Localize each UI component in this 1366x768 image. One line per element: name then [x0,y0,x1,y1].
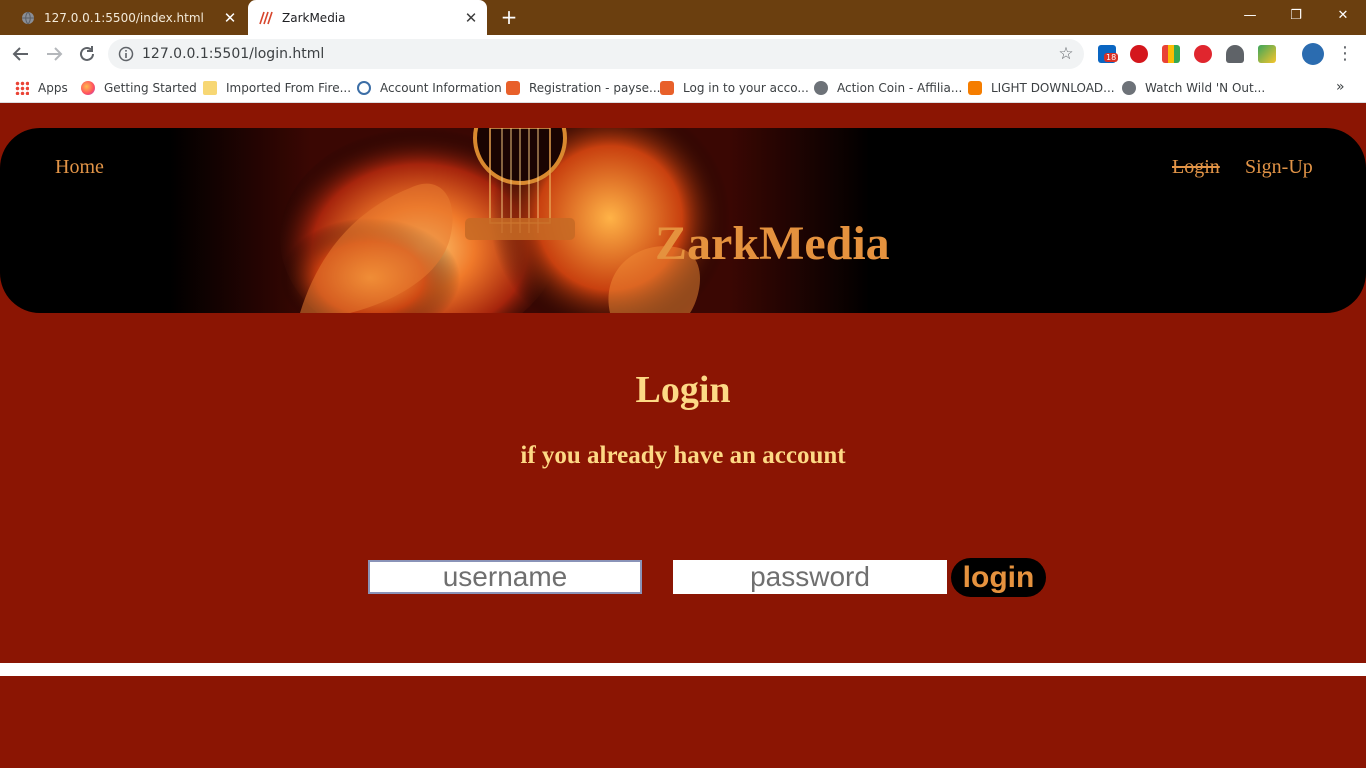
blogger-icon [968,81,982,95]
forward-arrow-icon[interactable] [43,43,65,65]
bookmark-wild-n-out[interactable]: Watch Wild 'N Out... [1122,79,1265,97]
payseal-icon [660,81,674,95]
payseal-icon [506,81,520,95]
close-icon[interactable]: ✕ [222,10,238,26]
bookmark-label: Log in to your acco... [683,81,809,95]
page-subtitle: if you already have an account [520,442,846,469]
globe-icon [20,10,36,26]
bookmark-label: Watch Wild 'N Out... [1145,81,1266,95]
more-bookmarks-icon[interactable]: » [1336,79,1345,95]
restore-icon[interactable]: ❐ [1286,6,1306,26]
bookmark-log-in[interactable]: Log in to your acco... [660,79,809,97]
page-title: Login [635,369,731,411]
bookmark-star-icon[interactable]: ☆ [1056,44,1076,64]
reload-icon[interactable] [76,43,98,65]
address-bar[interactable]: 127.0.0.1:5501/login.html ☆ [108,39,1084,69]
bookmark-imported[interactable]: Imported From Fire... [203,79,351,97]
zark-favicon-icon [258,10,274,26]
new-tab-button[interactable]: + [498,6,520,28]
extension-badge: 18 [1104,53,1119,62]
nav-home-link[interactable]: Home [55,156,104,179]
bookmark-label: Apps [38,81,68,95]
profile-avatar[interactable] [1302,43,1324,65]
linkedin-extension-icon[interactable]: 18 [1098,45,1119,63]
username-input[interactable] [368,560,642,594]
header-banner: Home Login Sign-Up ZarkMedia [0,128,1366,313]
bookmark-label: Registration - payse... [529,81,661,95]
password-input[interactable] [673,560,947,594]
bookmark-light-download[interactable]: LIGHT DOWNLOAD... [968,79,1115,97]
account-icon [357,81,371,95]
back-arrow-icon[interactable] [10,43,32,65]
footer-divider [0,663,1366,676]
bookmark-getting-started[interactable]: Getting Started [81,79,197,97]
nav-login-link[interactable]: Login [1172,156,1220,179]
bookmark-label: Action Coin - Affilia... [837,81,963,95]
tab-strip: 127.0.0.1:5500/index.html ✕ ZarkMedia ✕ … [0,0,1366,35]
color-extension-icon[interactable] [1162,45,1180,63]
minimize-icon[interactable]: — [1240,6,1260,26]
login-button[interactable]: login [951,558,1046,597]
cloud-download-icon[interactable] [1226,45,1244,63]
bookmark-label: Account Information [380,81,502,95]
sync-extension-icon[interactable] [1194,45,1212,63]
tab-zarkmedia[interactable]: ZarkMedia ✕ [248,0,487,35]
bookmark-registration[interactable]: Registration - payse... [506,79,660,97]
globe-icon [814,81,828,95]
nav-signup-link[interactable]: Sign-Up [1245,156,1313,179]
firefox-icon [81,81,95,95]
bookmarks-bar: Apps Getting Started Imported From Fire.… [0,73,1366,103]
bookmark-account-information[interactable]: Account Information [357,79,502,97]
mega-extension-icon[interactable] [1130,45,1148,63]
site-brand-title: ZarkMedia [655,217,890,270]
bookmark-label: Imported From Fire... [226,81,352,95]
page-body: Home Login Sign-Up ZarkMedia Login if yo… [0,104,1366,768]
url-text: 127.0.0.1:5501/login.html [142,46,325,62]
tab-title: 127.0.0.1:5500/index.html [44,10,204,25]
tab-title: ZarkMedia [282,10,346,25]
bookmark-apps[interactable]: Apps [15,79,68,97]
info-icon[interactable] [118,46,134,62]
folder-icon [203,81,217,95]
window-close-icon[interactable]: ✕ [1333,6,1353,26]
bookmark-label: Getting Started [104,81,197,95]
apps-grid-icon [15,81,29,95]
close-icon[interactable]: ✕ [463,10,479,26]
bookmark-label: LIGHT DOWNLOAD... [991,81,1115,95]
bookmark-action-coin[interactable]: Action Coin - Affilia... [814,79,962,97]
tab-index[interactable]: 127.0.0.1:5500/index.html ✕ [0,0,246,35]
kebab-menu-icon[interactable]: ⋮ [1336,43,1354,65]
globe-icon [1122,81,1136,95]
browser-toolbar: 127.0.0.1:5501/login.html ☆ 18 ⋮ [0,35,1366,73]
puzzle-extension-icon[interactable] [1258,45,1276,63]
